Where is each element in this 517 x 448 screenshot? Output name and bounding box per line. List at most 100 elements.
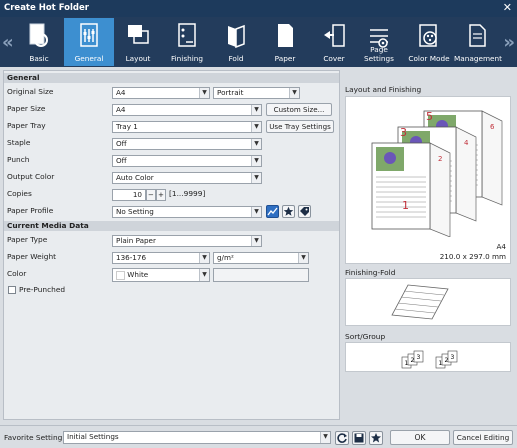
tab-label: Finishing xyxy=(170,54,204,63)
color-label: Color xyxy=(7,269,27,278)
tab-label: General xyxy=(74,54,104,63)
star-settings-icon xyxy=(371,433,381,443)
tab-general[interactable]: General xyxy=(64,18,114,66)
original-size-label: Original Size xyxy=(7,87,54,96)
graph-icon xyxy=(267,207,278,216)
page-number: 3 xyxy=(400,126,407,139)
star-icon xyxy=(283,206,294,216)
tab-basic[interactable]: Basic xyxy=(14,18,64,66)
use-tray-settings-button[interactable]: Use Tray Settings xyxy=(266,120,334,133)
tab-fold[interactable]: Fold xyxy=(211,18,261,66)
punch-select[interactable]: Off ▼ xyxy=(112,155,262,167)
tab-label: Cover xyxy=(323,54,345,63)
paper-profile-select[interactable]: No Setting ▼ xyxy=(112,206,262,218)
original-size-value: A4 xyxy=(116,88,126,97)
paper-color-value: White xyxy=(127,270,149,279)
basic-icon xyxy=(29,23,48,47)
paper-icon xyxy=(278,24,293,47)
favorite-setting-select[interactable]: Initial Settings ▼ xyxy=(63,431,331,444)
scroll-left-icon[interactable]: « xyxy=(2,32,14,53)
tab-color-mode[interactable]: Color Mode xyxy=(405,18,453,66)
chevron-down-icon: ▼ xyxy=(251,173,261,183)
paper-name: A4 xyxy=(496,242,507,251)
paper-type-value: Plain Paper xyxy=(116,236,156,245)
color-mode-icon xyxy=(419,24,437,47)
copies-input[interactable]: 10 xyxy=(112,189,146,201)
paper-profile-label: Paper Profile xyxy=(7,206,54,215)
paper-size-select[interactable]: A4 ▼ xyxy=(112,104,262,116)
flower-mark xyxy=(384,152,396,164)
tab-label: Page Settings xyxy=(364,45,394,63)
finishing-icon xyxy=(178,23,196,47)
chevron-down-icon: ▼ xyxy=(251,105,261,115)
tab-management[interactable]: Management xyxy=(453,18,503,66)
tab-label: Paper xyxy=(274,54,296,63)
favorite-settings-button[interactable] xyxy=(369,431,383,445)
tab-finishing[interactable]: Finishing xyxy=(162,18,212,66)
layout-finishing-title: Layout and Finishing xyxy=(345,85,422,94)
orientation-select[interactable]: Portrait ▼ xyxy=(213,87,300,99)
fold-preview xyxy=(345,278,511,326)
paper-weight-select[interactable]: 136-176 ▼ xyxy=(112,252,210,264)
paper-tray-select[interactable]: Tray 1 ▼ xyxy=(112,121,262,133)
chevron-down-icon: ▼ xyxy=(289,88,299,98)
cancel-editing-button[interactable]: Cancel Editing xyxy=(453,430,513,445)
staple-select[interactable]: Off ▼ xyxy=(112,138,262,150)
chevron-down-icon: ▼ xyxy=(251,122,261,132)
output-color-select[interactable]: Auto Color ▼ xyxy=(112,172,262,184)
punch-value: Off xyxy=(116,156,127,165)
paper-tray-value: Tray 1 xyxy=(116,122,138,131)
category-toolbar: « Basic General Layout Finishing Fold Pa… xyxy=(0,17,517,67)
close-icon[interactable]: ✕ xyxy=(503,1,512,14)
ok-button[interactable]: OK xyxy=(390,430,450,445)
chevron-down-icon: ▼ xyxy=(251,156,261,166)
copies-increment-button[interactable]: + xyxy=(156,189,166,201)
tab-layout[interactable]: Layout xyxy=(113,18,163,66)
layout-preview: 5 6 3 4 1 2 A4 210.0 x 297.0 mm xyxy=(345,96,511,264)
tag-profile-button[interactable] xyxy=(298,205,311,218)
page-number: 2 xyxy=(438,155,442,163)
tab-label: Fold xyxy=(228,54,244,63)
copies-decrement-button[interactable]: − xyxy=(146,189,156,201)
preview-panel: Layout and Finishing 5 6 3 4 1 2 A4 210.0 x 2… xyxy=(342,82,514,422)
sort-sets-icon: 1 2 31 2 3 xyxy=(401,350,458,369)
scroll-right-icon[interactable]: » xyxy=(503,32,515,53)
pre-punched-checkbox[interactable] xyxy=(8,286,16,294)
save-icon xyxy=(354,433,364,443)
paper-weight-unit-select[interactable]: g/m² ▼ xyxy=(213,252,309,264)
tab-page-settings[interactable]: Page Settings xyxy=(356,18,402,66)
original-size-select[interactable]: A4 ▼ xyxy=(112,87,210,99)
page-number: 6 xyxy=(490,123,495,131)
favorite-profile-button[interactable] xyxy=(282,205,295,218)
paper-type-select[interactable]: Plain Paper ▼ xyxy=(112,235,262,247)
reset-button[interactable] xyxy=(335,431,349,445)
chevron-down-icon: ▼ xyxy=(199,88,209,98)
output-color-label: Output Color xyxy=(7,172,55,181)
tab-cover[interactable]: Cover xyxy=(309,18,359,66)
general-heading: General xyxy=(4,73,339,83)
paper-weight-value: 136-176 xyxy=(116,253,147,262)
save-favorite-button[interactable] xyxy=(352,431,366,445)
custom-size-button[interactable]: Custom Size... xyxy=(266,103,332,116)
tag-icon xyxy=(300,207,309,216)
paper-size-label: Paper Size xyxy=(7,104,46,113)
page-number: 1 xyxy=(402,199,409,212)
paper-weight-unit: g/m² xyxy=(217,253,234,262)
chevron-down-icon: ▼ xyxy=(251,139,261,149)
profile-graph-button[interactable] xyxy=(266,205,279,218)
chevron-down-icon: ▼ xyxy=(298,253,308,263)
copies-range: [1...9999] xyxy=(169,189,206,198)
paper-tray-label: Paper Tray xyxy=(7,121,46,130)
chevron-down-icon: ▼ xyxy=(251,236,261,246)
paper-color-detail-field[interactable] xyxy=(213,268,309,282)
tab-label: Layout xyxy=(125,54,151,63)
color-swatch xyxy=(116,270,125,280)
page-number: 4 xyxy=(464,139,469,147)
stacked-pages-illustration: 5 6 3 4 1 2 xyxy=(371,110,503,237)
paper-size-value: A4 xyxy=(116,105,126,114)
finishing-fold-title: Finishing-Fold xyxy=(345,268,396,277)
settings-panel: General Original Size A4 ▼ Portrait ▼ Pa… xyxy=(3,70,340,420)
paper-color-select[interactable]: White ▼ xyxy=(112,268,210,282)
paper-weight-label: Paper Weight xyxy=(7,252,57,261)
tab-paper[interactable]: Paper xyxy=(260,18,310,66)
